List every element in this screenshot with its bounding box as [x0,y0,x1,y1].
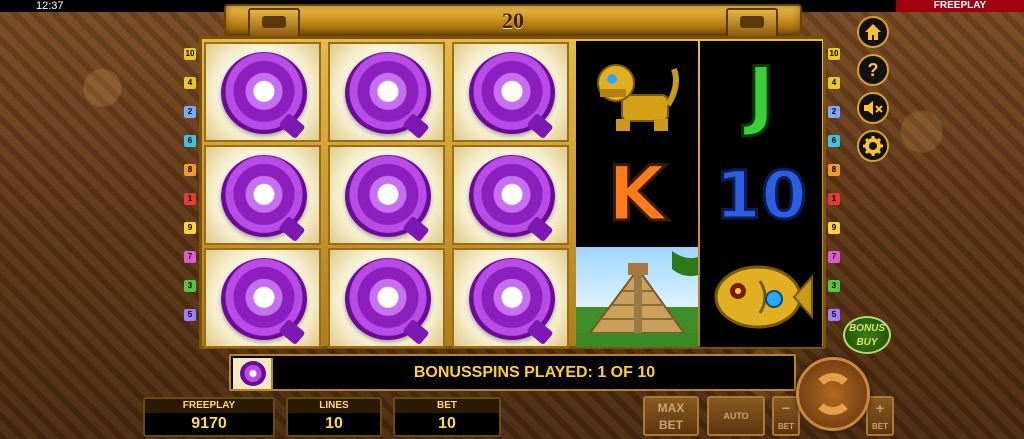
lines-panel: LINES 10 [286,397,382,437]
freeplay-panel: FREEPLAY 9170 [143,397,275,437]
message-bar: BONUSSPINS PLAYED: 1 OF 10 [229,354,796,391]
gear-icon [863,136,883,156]
reel-2-cell [328,42,445,142]
bet-value: 10 [438,415,456,432]
header-banner: 20 [224,4,802,38]
k-symbol: K [606,149,668,238]
jaguar-icon [592,55,684,133]
help-icon: ? [867,59,879,80]
auto-button[interactable]: AUTO [707,396,765,436]
line-number: 9 [184,222,196,234]
bet-label: BET [395,399,499,413]
totem-right-icon [726,8,778,38]
j-symbol: J [745,49,776,141]
bet-minus-button[interactable]: − BET [772,396,800,436]
q-symbol-icon [345,258,431,340]
spin-button[interactable] [796,357,870,431]
bonus-buy-line1: BONUS [848,323,886,334]
minus-icon: − [781,400,791,416]
line-number: 10 [828,48,840,60]
reel-3-cell [452,248,569,348]
reel-frame: K J 10 [199,36,826,349]
bet-panel: BET 10 [393,397,501,437]
scatter-symbol-icon [233,358,273,389]
q-symbol-icon [221,52,307,134]
reel-2-cell [328,145,445,245]
line-number: 8 [184,164,196,176]
line-number: 5 [184,309,196,321]
line-number: 8 [828,164,840,176]
line-number: 9 [828,222,840,234]
bonus-spins-message: BONUSSPINS PLAYED: 1 OF 10 [413,364,656,381]
line-number: 2 [828,106,840,118]
line-numbers-left: 10 4 2 6 8 1 9 7 3 5 [184,48,198,338]
pyramid-icon [576,247,698,347]
spin-arrows-icon [812,373,854,415]
ten-symbol: 10 [714,156,809,236]
sound-off-icon [864,101,883,115]
reel-1-cell [204,145,321,245]
clock: 12:37 [36,0,64,12]
bet-plus-button[interactable]: + BET [866,396,894,436]
reel-3-cell [452,145,569,245]
bet-plus-label: BET [872,422,888,431]
reel-5: J 10 [700,41,822,347]
freeplay-label: FREEPLAY [145,399,273,413]
q-symbol-icon [469,52,555,134]
q-symbol-icon [345,155,431,237]
line-number: 4 [828,77,840,89]
line-number: 7 [828,251,840,263]
home-button[interactable] [857,16,889,48]
game-screen: 12:37 FREEPLAY 20 10 4 2 6 8 1 9 7 3 5 10 4 2 6 8 1 9 7 3… [0,0,1024,439]
reel-2-cell [328,248,445,348]
lines-value: 10 [325,415,343,432]
line-number: 3 [828,280,840,292]
line-number: 1 [184,193,196,205]
line-number: 7 [184,251,196,263]
max-bet-line2: BET [659,418,683,432]
fish-icon [708,255,814,339]
reel-4: K [576,41,698,347]
q-symbol-icon [221,155,307,237]
line-number: 6 [828,135,840,147]
q-symbol-icon [345,52,431,134]
q-symbol-icon [469,155,555,237]
line-number: 4 [184,77,196,89]
line-number: 2 [184,106,196,118]
home-icon [865,24,881,40]
q-symbol-icon [221,258,307,340]
sound-button[interactable] [857,92,889,124]
freeplay-tag: FREEPLAY [896,0,1024,12]
max-bet-button[interactable]: MAX BET [643,396,699,436]
bet-minus-label: BET [778,422,794,431]
bonus-buy-button[interactable]: BONUS BUY [843,316,891,354]
line-number: 1 [828,193,840,205]
reel-1-cell [204,248,321,348]
bonus-buy-line2: BUY [856,337,878,348]
line-number: 3 [184,280,196,292]
line-numbers-right: 10 4 2 6 8 1 9 7 3 5 [828,48,842,338]
reel-3-cell [452,42,569,142]
help-button[interactable]: ? [857,54,889,86]
lines-label: LINES [288,399,380,413]
settings-button[interactable] [857,130,889,162]
plus-icon: + [875,400,885,416]
line-number: 10 [184,48,196,60]
reel-1-cell [204,42,321,142]
lines-count-display: 20 [502,8,524,33]
line-number: 6 [184,135,196,147]
line-number: 5 [828,309,840,321]
max-bet-line1: MAX [657,401,685,415]
q-symbol-icon [469,258,555,340]
auto-label: AUTO [723,411,749,421]
freeplay-value: 9170 [191,415,227,432]
